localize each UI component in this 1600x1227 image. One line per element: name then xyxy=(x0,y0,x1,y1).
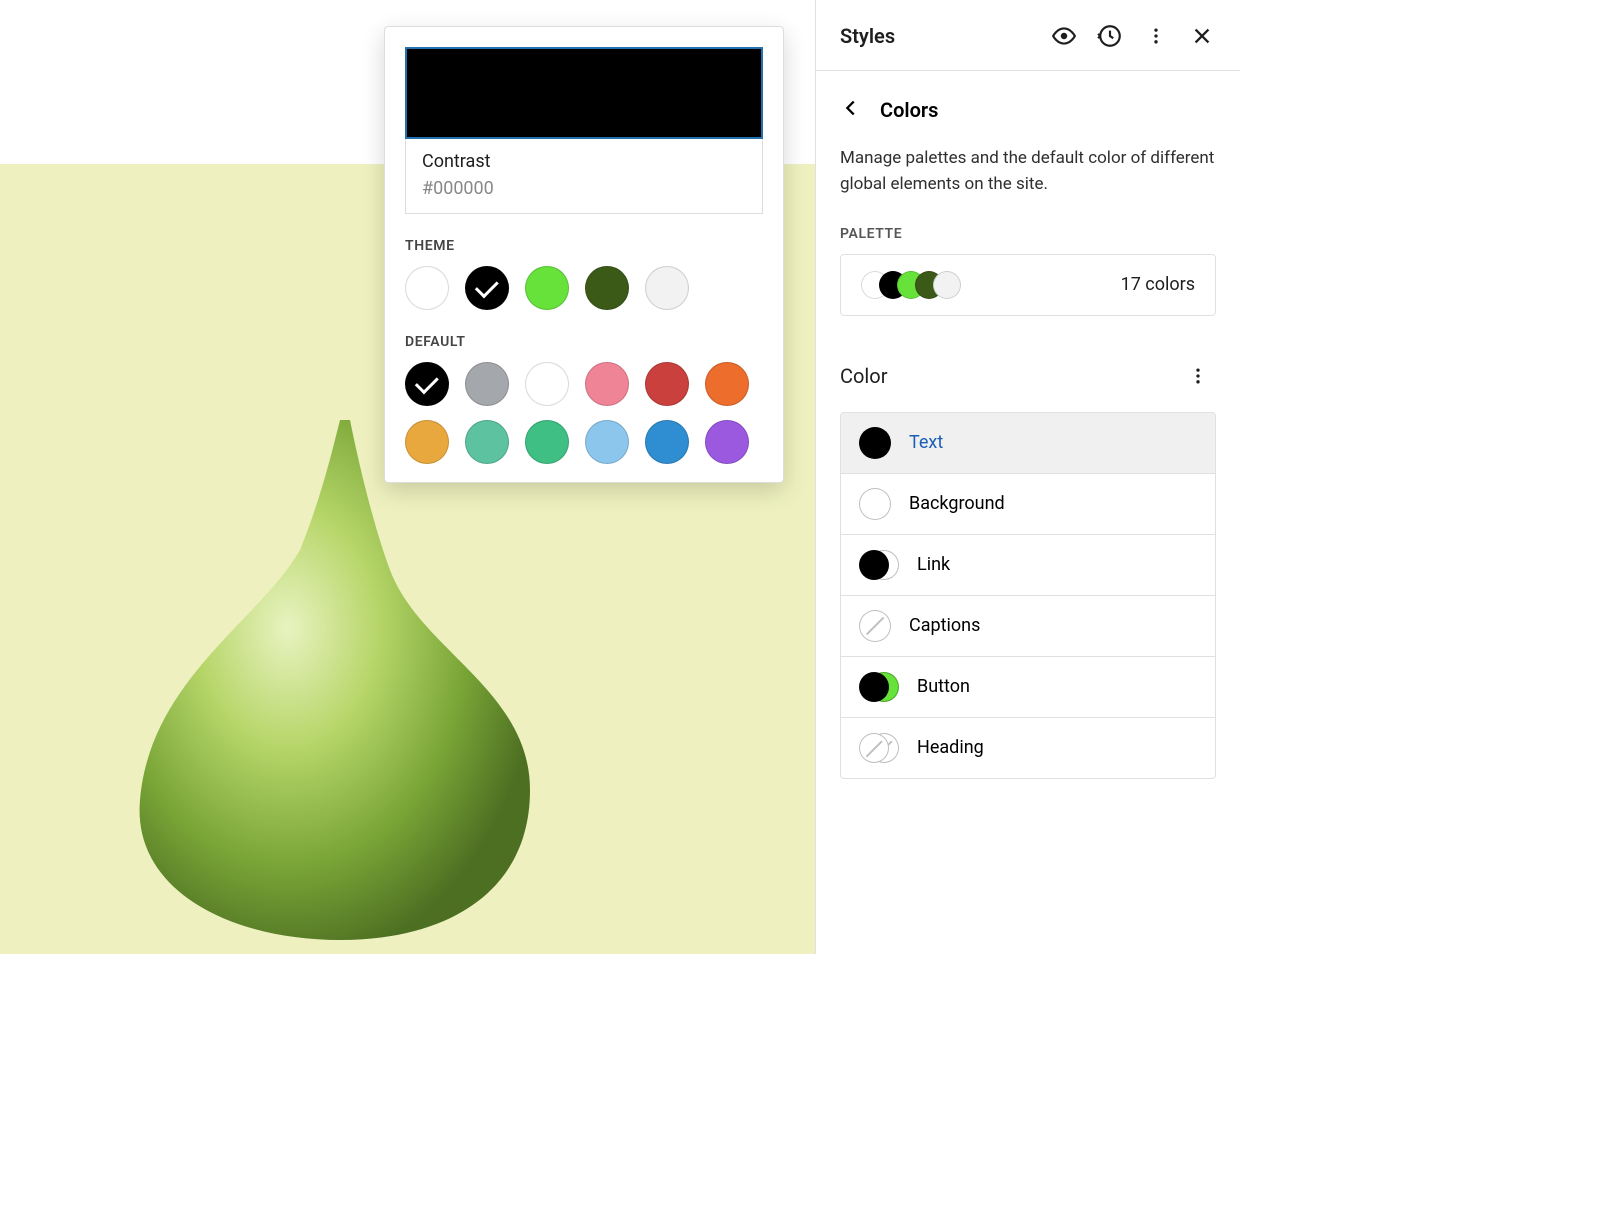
selected-color-hex: #000000 xyxy=(422,178,746,199)
color-element-text[interactable]: Text xyxy=(841,413,1215,474)
swatch-indicator xyxy=(859,732,899,764)
color-elements-list: Text Background Link Captions Button Heading xyxy=(840,412,1216,779)
color-swatch[interactable] xyxy=(645,420,689,464)
swatch-indicator xyxy=(859,610,891,642)
color-swatch[interactable] xyxy=(405,420,449,464)
color-swatch[interactable] xyxy=(525,266,569,310)
revisions-icon[interactable] xyxy=(1092,18,1128,54)
color-swatch[interactable] xyxy=(705,362,749,406)
palette-card[interactable]: 17 colors xyxy=(840,254,1216,316)
subpanel-title: Colors xyxy=(880,98,938,122)
palette-swatches xyxy=(861,271,961,299)
color-section-title: Color xyxy=(840,364,1180,388)
palette-label: PALETTE xyxy=(816,226,1240,254)
more-menu-icon[interactable] xyxy=(1138,18,1174,54)
swatch-indicator xyxy=(859,488,891,520)
back-icon[interactable] xyxy=(836,93,866,127)
pear-illustration xyxy=(90,420,570,940)
color-swatch[interactable] xyxy=(645,362,689,406)
color-element-button[interactable]: Button xyxy=(841,657,1215,718)
color-swatch[interactable] xyxy=(465,266,509,310)
color-element-label: Link xyxy=(917,554,950,575)
color-swatch[interactable] xyxy=(585,266,629,310)
swatch-indicator xyxy=(859,549,899,581)
palette-swatch xyxy=(933,271,961,299)
color-swatch[interactable] xyxy=(585,362,629,406)
color-element-heading[interactable]: Heading xyxy=(841,718,1215,778)
theme-swatch-row xyxy=(405,266,763,310)
color-swatch[interactable] xyxy=(705,420,749,464)
sidebar-header: Styles xyxy=(816,0,1240,71)
default-swatch-row xyxy=(405,362,763,464)
color-element-link[interactable]: Link xyxy=(841,535,1215,596)
color-picker-popover: Contrast #000000 THEME DEFAULT xyxy=(384,26,784,483)
color-section-menu-icon[interactable] xyxy=(1180,358,1216,394)
color-swatch[interactable] xyxy=(465,420,509,464)
default-swatch-label: DEFAULT xyxy=(405,334,763,350)
subpanel-header: Colors xyxy=(816,71,1240,135)
close-icon[interactable] xyxy=(1184,18,1220,54)
palette-count: 17 colors xyxy=(1121,274,1195,295)
color-swatch[interactable] xyxy=(465,362,509,406)
swatch-indicator xyxy=(859,671,899,703)
selected-color-meta: Contrast #000000 xyxy=(405,139,763,214)
color-swatch[interactable] xyxy=(525,362,569,406)
color-element-label: Captions xyxy=(909,615,980,636)
theme-swatch-label: THEME xyxy=(405,238,763,254)
subpanel-description: Manage palettes and the default color of… xyxy=(816,135,1240,226)
color-element-background[interactable]: Background xyxy=(841,474,1215,535)
color-element-captions[interactable]: Captions xyxy=(841,596,1215,657)
color-section-header: Color xyxy=(816,316,1240,412)
sidebar-title: Styles xyxy=(840,24,1036,48)
selected-color-preview[interactable] xyxy=(405,47,763,139)
color-swatch[interactable] xyxy=(525,420,569,464)
color-swatch[interactable] xyxy=(405,266,449,310)
color-element-label: Button xyxy=(917,676,970,697)
style-book-icon[interactable] xyxy=(1046,18,1082,54)
swatch-indicator xyxy=(859,427,891,459)
color-swatch[interactable] xyxy=(405,362,449,406)
color-element-label: Background xyxy=(909,493,1005,514)
selected-color-name: Contrast xyxy=(422,151,746,172)
color-swatch[interactable] xyxy=(645,266,689,310)
styles-sidebar: Styles Colors Manage palettes and the de… xyxy=(815,0,1240,954)
color-element-label: Text xyxy=(909,432,943,453)
color-element-label: Heading xyxy=(917,737,984,758)
color-swatch[interactable] xyxy=(585,420,629,464)
